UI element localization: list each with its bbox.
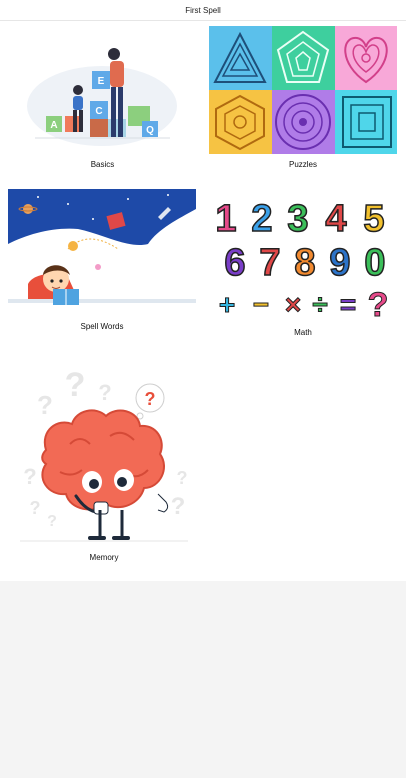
math-digit: 0 [364,242,385,284]
category-label-puzzles: Puzzles [288,160,317,169]
block-letter: Q [146,125,154,136]
question-mark-decor: ? [23,464,36,489]
category-tile-math[interactable]: 1 2 3 4 5 6 7 8 9 0 + − × ÷ = ? Math [209,189,397,344]
question-mark-decor: ? [171,493,186,520]
memory-illustration: ? ? ? ? ? ? ? ? ? [20,366,188,542]
math-operator: ? [368,286,389,324]
app-header: First Spell [0,0,406,21]
category-tile-puzzles[interactable]: Puzzles [209,26,397,174]
question-mark-decor: ? [47,513,57,530]
category-label-spell-words: Spell Words [80,322,124,331]
math-operator: − [253,289,269,320]
empty-area [0,581,406,778]
basics-illustration: E C A Q [27,48,177,146]
math-digit: 9 [329,242,350,284]
math-operator: × [285,289,301,320]
block-letter: E [98,76,105,87]
category-tile-spell-words[interactable]: Spell Words [8,189,196,339]
block-letter: A [50,120,57,131]
app-root: First Spell E C A Q Basics Puzzles Spell… [0,0,406,778]
category-label-basics: Basics [90,160,115,169]
category-tile-basics[interactable]: E C A Q Basics [10,26,195,174]
math-illustration: 1 2 3 4 5 6 7 8 9 0 + − × ÷ = ? [215,197,389,324]
math-digit: 6 [224,242,245,284]
question-mark-decor: ? [37,390,53,420]
app-title: First Spell [185,5,221,15]
category-grid: E C A Q Basics Puzzles Spell Words 1 2 3… [0,21,406,581]
math-digit: 1 [215,198,236,240]
question-mark-decor: ? [30,498,41,518]
category-label-math: Math [294,328,312,337]
math-operator: = [340,289,356,320]
math-digit: 4 [325,198,346,240]
question-mark-decor: ? [98,380,111,405]
math-digit: 3 [287,198,308,240]
question-mark-decor: ? [177,468,188,488]
math-digit: 8 [294,242,315,284]
category-tile-memory[interactable]: ? ? ? ? ? ? ? ? ? Memory [10,364,198,564]
math-digit: 7 [259,242,280,284]
thought-question-mark: ? [145,389,156,409]
question-mark-decor: ? [65,366,86,404]
math-digit: 5 [363,198,384,240]
block-letter: C [95,106,102,117]
spell-words-illustration [8,189,196,305]
math-digit: 2 [251,198,272,240]
math-operator: + [219,289,235,320]
math-operator: ÷ [312,289,327,320]
puzzles-illustration [209,26,397,154]
category-label-memory: Memory [89,553,119,562]
